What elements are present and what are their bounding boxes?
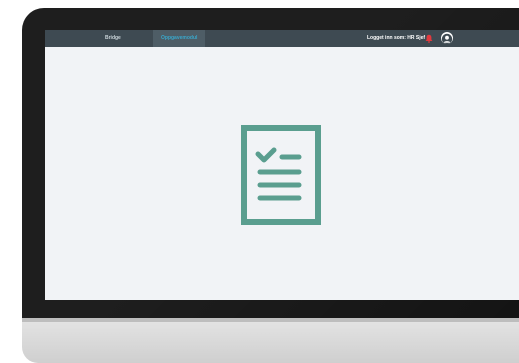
top-navigation-bar: Bridge Oppgavemodul Logget inn som: HR S… xyxy=(45,30,519,47)
logged-in-user-label: Logget inn som: HR Sjef xyxy=(367,35,426,41)
checklist-document-icon xyxy=(241,125,321,225)
bell-icon[interactable] xyxy=(425,34,433,43)
monitor-chin-edge xyxy=(22,318,519,322)
tab-oppgavemodul[interactable]: Oppgavemodul xyxy=(153,30,206,47)
app-screen: Bridge Oppgavemodul Logget inn som: HR S… xyxy=(45,30,519,300)
user-avatar-icon[interactable] xyxy=(441,32,453,44)
monitor-chin xyxy=(22,318,519,363)
nav-brand-bridge[interactable]: Bridge xyxy=(105,30,121,47)
